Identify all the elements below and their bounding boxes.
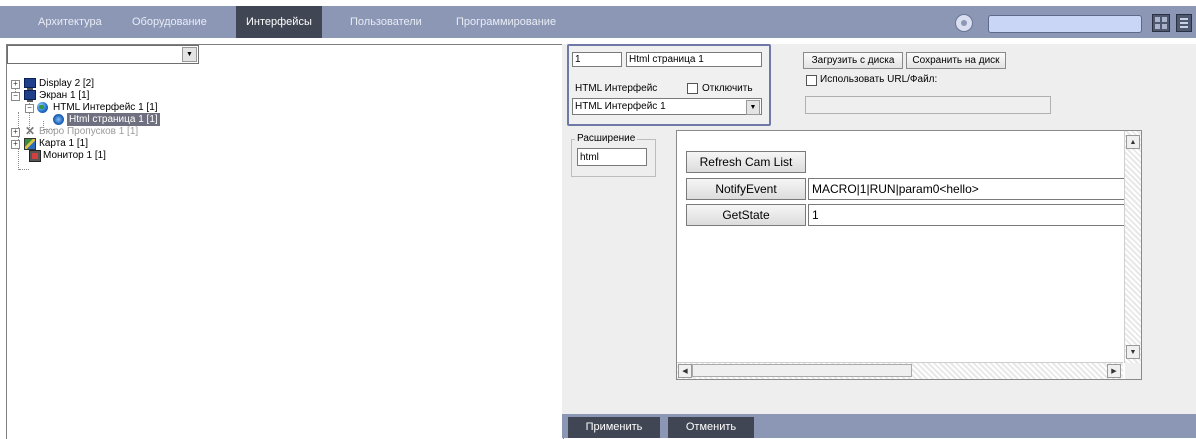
tab-users[interactable]: Пользователи xyxy=(340,6,432,38)
object-identity-box: HTML Интерфейс Отключить HTML Интерфейс … xyxy=(567,44,771,126)
notify-event-button[interactable]: NotifyEvent xyxy=(686,178,806,200)
object-name-field[interactable] xyxy=(626,52,762,67)
scrollbar-corner xyxy=(1125,363,1141,379)
video-monitor-icon xyxy=(29,150,41,162)
layout-grid-icon[interactable] xyxy=(1152,14,1170,32)
collapse-icon[interactable]: − xyxy=(11,92,20,101)
monitor-icon xyxy=(24,78,36,90)
disable-label: Отключить xyxy=(702,83,753,94)
url-field[interactable] xyxy=(805,96,1051,114)
scroll-up-icon[interactable]: ▲ xyxy=(1126,135,1140,149)
notify-event-field[interactable]: MACRO|1|RUN|param0<hello> xyxy=(808,178,1128,200)
object-id-field[interactable] xyxy=(572,52,622,67)
chevron-down-icon[interactable]: ▼ xyxy=(746,100,760,115)
disable-checkbox[interactable] xyxy=(687,83,698,94)
tree-node-label: Монитор 1 [1] xyxy=(43,150,106,161)
use-url-checkbox[interactable] xyxy=(806,75,817,86)
globe-icon xyxy=(37,102,48,113)
settings-gear-icon[interactable] xyxy=(955,14,973,32)
collapse-icon[interactable]: − xyxy=(25,104,34,113)
menu-icon[interactable] xyxy=(1176,14,1192,32)
html-interface-label: HTML Интерфейс xyxy=(575,83,658,94)
save-to-disk-button[interactable]: Сохранить на диск xyxy=(906,52,1006,69)
disabled-x-icon: ✕ xyxy=(25,124,36,138)
load-from-disk-button[interactable]: Загрузить с диска xyxy=(803,52,903,69)
monitor-icon xyxy=(24,90,36,102)
map-icon xyxy=(24,138,36,150)
get-state-field[interactable]: 1 xyxy=(808,204,1128,226)
object-tree-panel: ▼ + Display 2 [2] − Экран 1 [1] − HTML И… xyxy=(6,44,564,439)
use-url-label: Использовать URL/Файл: xyxy=(820,74,938,85)
chevron-down-icon[interactable]: ▼ xyxy=(182,47,197,62)
scroll-thumb[interactable] xyxy=(692,364,912,377)
tab-programming[interactable]: Программирование xyxy=(446,6,566,38)
scroll-right-icon[interactable]: ▶ xyxy=(1107,364,1121,378)
tab-architecture[interactable]: Архитектура xyxy=(28,6,112,38)
extension-field[interactable] xyxy=(577,148,647,166)
expand-icon[interactable]: + xyxy=(11,80,20,89)
search-input[interactable] xyxy=(988,15,1142,33)
html-page-preview[interactable]: Refresh Cam List NotifyEvent MACRO|1|RUN… xyxy=(676,130,1142,380)
expand-icon[interactable]: + xyxy=(11,128,20,137)
apply-button[interactable]: Применить xyxy=(568,417,660,438)
scroll-down-icon[interactable]: ▼ xyxy=(1126,345,1140,359)
footer-bar: Применить Отменить xyxy=(562,414,1196,438)
expand-icon[interactable]: + xyxy=(11,140,20,149)
top-navigation-bar: Архитектура Оборудование Интерфейсы Поль… xyxy=(0,6,1196,38)
interface-select-value: HTML Интерфейс 1 xyxy=(575,101,666,112)
refresh-cam-list-button[interactable]: Refresh Cam List xyxy=(686,151,806,173)
scroll-left-icon[interactable]: ◀ xyxy=(678,364,692,378)
vertical-scrollbar[interactable]: ▲ ▼ xyxy=(1124,131,1141,363)
tree-filter-combo[interactable]: ▼ xyxy=(7,45,199,64)
cancel-button[interactable]: Отменить xyxy=(668,417,754,438)
get-state-button[interactable]: GetState xyxy=(686,204,806,226)
horizontal-scrollbar[interactable]: ◀ ▶ xyxy=(677,362,1123,379)
tab-interfaces[interactable]: Интерфейсы xyxy=(236,6,322,38)
html-page-icon xyxy=(53,114,64,125)
interface-select[interactable]: HTML Интерфейс 1 ▼ xyxy=(572,98,762,115)
tab-equipment[interactable]: Оборудование xyxy=(122,6,217,38)
extension-group-title: Расширение xyxy=(575,133,638,144)
